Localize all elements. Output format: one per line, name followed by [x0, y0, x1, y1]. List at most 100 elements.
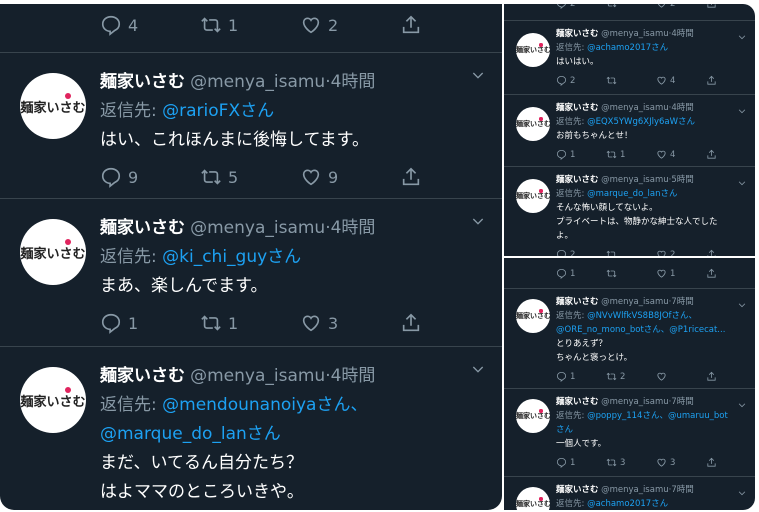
retweet-button[interactable]: 1	[200, 312, 238, 334]
retweet-button[interactable]	[606, 4, 620, 9]
reply-to-mention[interactable]: @ki_chi_guyさん	[162, 247, 301, 267]
display-name[interactable]: 麺家いさむ	[556, 175, 599, 185]
reply-button[interactable]: 2	[556, 249, 575, 256]
avatar[interactable]: 麺家いさむ	[516, 33, 550, 67]
chevron-down-icon[interactable]	[737, 27, 747, 46]
chevron-down-icon[interactable]	[737, 483, 747, 502]
display-name[interactable]: 麺家いさむ	[556, 397, 599, 407]
retweet-button[interactable]: 1	[200, 14, 238, 36]
display-name[interactable]: 麺家いさむ	[556, 103, 599, 113]
tweet[interactable]: 麺家いさむ 麺家いさむ @menya_isamu·4時間 返信先: @ki_chi_g…	[0, 198, 502, 347]
timestamp[interactable]: 4時間	[331, 218, 376, 238]
like-button[interactable]: 2	[656, 249, 675, 256]
handle[interactable]: @menya_isamu	[190, 72, 325, 92]
tweet[interactable]: 麺家いさむ 麺家いさむ @menya_isamu·5時間 返信先: @marque_d…	[504, 166, 755, 256]
display-name[interactable]: 麺家いさむ	[556, 297, 599, 307]
reply-button[interactable]: 1	[100, 312, 138, 334]
retweet-button[interactable]: 1	[606, 149, 625, 160]
reply-to-mention[interactable]: @EQX5YWg6XJly6aWさん	[587, 117, 695, 127]
share-button[interactable]	[706, 268, 717, 279]
display-name[interactable]: 麺家いさむ	[100, 218, 185, 238]
timestamp[interactable]: 4時間	[671, 29, 693, 39]
reply-button[interactable]: 1	[556, 457, 575, 468]
chevron-down-icon[interactable]	[470, 213, 486, 233]
share-button[interactable]	[400, 312, 422, 334]
reply-to-mention[interactable]: @achamo2017さん	[587, 43, 668, 53]
chevron-down-icon[interactable]	[737, 395, 747, 414]
like-button[interactable]: 2	[656, 4, 675, 9]
reply-button[interactable]: 4	[100, 14, 138, 36]
tweet[interactable]: 麺家いさむ 麺家いさむ @menya_isamu·4時間 返信先: @achamo20…	[504, 20, 755, 95]
reply-to-mention[interactable]: @achamo2017さん	[587, 499, 668, 509]
tweet[interactable]: 麺家いさむ 麺家いさむ @menya_isamu·4時間 返信先: @mendouna…	[0, 346, 502, 510]
reply-to-mention[interactable]: @poppy_114さん、@umaruu_bot	[587, 411, 728, 421]
like-button[interactable]: 3	[300, 312, 338, 334]
like-button[interactable]: 4	[656, 75, 675, 86]
avatar[interactable]: 麺家いさむ	[516, 399, 550, 433]
tweet[interactable]: 麺家いさむ 麺家いさむ @menya_isamu·4時間 返信先: @rarioFXさ…	[0, 52, 502, 199]
like-button[interactable]	[656, 371, 670, 382]
share-button[interactable]	[706, 4, 717, 9]
tweet[interactable]: 麺家いさむ 麺家いさむ @menya_isamu·7時間 返信先: @NVvWlfkV…	[504, 288, 755, 389]
reply-button[interactable]: 9	[100, 166, 138, 188]
tweet[interactable]: 麺家いさむ 麺家いさむ @menya_isamu·7時間 返信先: @achamo20…	[504, 476, 755, 510]
reply-to-mention[interactable]: さん	[556, 425, 573, 435]
chevron-down-icon[interactable]	[737, 173, 747, 192]
reply-to-mention[interactable]: @NVvWlfkVS8B8JOfさん、	[587, 311, 697, 321]
display-name[interactable]: 麺家いさむ	[100, 72, 185, 92]
avatar[interactable]: 麺家いさむ	[20, 367, 86, 433]
retweet-button[interactable]	[606, 75, 620, 86]
tweet[interactable]: 麺家いさむ 麺家いさむ @menya_isamu·4時間 返信先: @EQX5YWg6…	[504, 94, 755, 167]
avatar[interactable]: 麺家いさむ	[516, 107, 550, 141]
chevron-down-icon[interactable]	[470, 67, 486, 87]
avatar[interactable]: 麺家いさむ	[20, 73, 86, 139]
handle[interactable]: @menya_isamu	[601, 297, 669, 307]
timestamp[interactable]: 4時間	[671, 103, 693, 113]
reply-to-mention[interactable]: @mendounanoiyaさん、	[162, 395, 367, 415]
like-button[interactable]: 1	[656, 268, 675, 279]
like-button[interactable]: 4	[656, 149, 675, 160]
retweet-button[interactable]: 5	[200, 166, 238, 188]
handle[interactable]: @menya_isamu	[190, 218, 325, 238]
avatar[interactable]: 麺家いさむ	[516, 487, 550, 510]
reply-to-mention[interactable]: @marque_do_lanさん	[587, 189, 677, 199]
share-button[interactable]	[706, 249, 717, 256]
reply-button[interactable]: 2	[556, 4, 575, 9]
display-name[interactable]: 麺家いさむ	[100, 366, 185, 386]
reply-to-mention[interactable]: @marque_do_lanさん	[100, 424, 281, 444]
chevron-down-icon[interactable]	[470, 361, 486, 381]
retweet-button[interactable]: 2	[606, 371, 625, 382]
tweet[interactable]: 麺家いさむ 麺家いさむ @menya_isamu·7時間 返信先: @poppy_11…	[504, 388, 755, 477]
share-button[interactable]	[400, 14, 422, 36]
display-name[interactable]: 麺家いさむ	[556, 485, 599, 495]
display-name[interactable]: 麺家いさむ	[556, 29, 599, 39]
handle[interactable]: @menya_isamu	[601, 485, 669, 495]
avatar[interactable]: 麺家いさむ	[516, 179, 550, 213]
timestamp[interactable]: 7時間	[671, 397, 693, 407]
reply-button[interactable]: 1	[556, 268, 575, 279]
avatar[interactable]: 麺家いさむ	[516, 299, 550, 333]
like-button[interactable]: 2	[300, 14, 338, 36]
like-button[interactable]: 9	[300, 166, 338, 188]
handle[interactable]: @menya_isamu	[601, 175, 669, 185]
handle[interactable]: @menya_isamu	[601, 103, 669, 113]
handle[interactable]: @menya_isamu	[601, 397, 669, 407]
share-button[interactable]	[706, 149, 717, 160]
timestamp[interactable]: 7時間	[671, 485, 693, 495]
reply-button[interactable]: 1	[556, 371, 575, 382]
avatar[interactable]: 麺家いさむ	[20, 219, 86, 285]
reply-to-mention[interactable]: @ORE_no_mono_botさん、@P1ricecat...	[556, 325, 725, 335]
timestamp[interactable]: 7時間	[671, 297, 693, 307]
timestamp[interactable]: 4時間	[331, 366, 376, 386]
reply-to-mention[interactable]: @rarioFXさん	[162, 101, 274, 121]
chevron-down-icon[interactable]	[737, 295, 747, 314]
retweet-button[interactable]: 3	[606, 457, 625, 468]
reply-button[interactable]: 1	[556, 149, 575, 160]
handle[interactable]: @menya_isamu	[190, 366, 325, 386]
like-button[interactable]: 3	[656, 457, 675, 468]
timestamp[interactable]: 5時間	[671, 175, 693, 185]
share-button[interactable]	[706, 75, 717, 86]
handle[interactable]: @menya_isamu	[601, 29, 669, 39]
chevron-down-icon[interactable]	[737, 101, 747, 120]
retweet-button[interactable]	[606, 249, 620, 256]
